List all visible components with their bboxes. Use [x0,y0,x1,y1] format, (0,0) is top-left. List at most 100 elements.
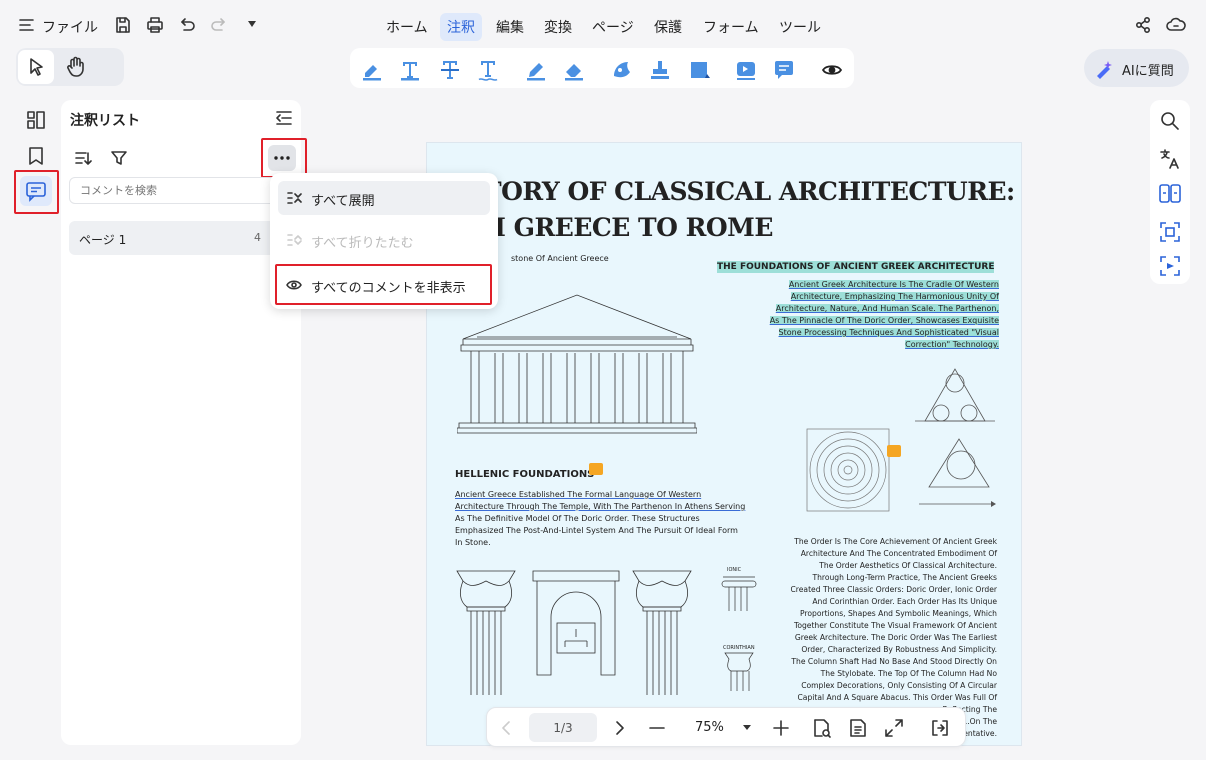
bookmark-icon[interactable] [25,145,47,167]
section3-line: Proportions, Shapes And Symbolic Meaning… [800,609,997,618]
section2-line: Ancient Greece Established The Formal La… [455,490,702,499]
quick-access-dropdown-icon[interactable] [246,19,258,29]
page-group-count: 4 [254,231,261,244]
page-number-value: 1/3 [553,721,573,735]
parthenon-illustration [457,289,697,439]
section3-line: The Order Is The Core Achievement Of Anc… [794,537,997,546]
fit-page-icon[interactable] [883,717,905,739]
attachment-icon[interactable] [734,58,758,82]
sort-icon[interactable] [74,149,92,167]
section1-line: Architecture, Emphasizing The Harmonious… [790,292,999,301]
expand-all-icon [286,191,302,205]
comment-marker-icon[interactable] [589,463,603,475]
ai-ask-label: AIに質問 [1122,64,1174,79]
section3-line: Created Three Classic Orders: Doric Orde… [790,585,997,594]
menu-item-expand-all[interactable]: すべて展開 [278,181,490,215]
document-mode-icon[interactable] [847,717,869,739]
section2-line: As The Definitive Model Of The Doric Ord… [455,514,700,523]
triangle-ellipse-diagram [923,435,993,495]
menu-item-collapse-all[interactable]: すべて折りたたむ [278,223,490,257]
tab-page[interactable]: ページ [585,13,641,41]
section1-line: Architecture, Nature, And Human Scale. T… [775,304,999,313]
ai-ask-button[interactable]: AIに質問 [1084,49,1189,87]
prev-page-icon[interactable] [497,718,517,738]
comment-search-input[interactable] [69,177,293,204]
tab-home[interactable]: ホーム [379,13,435,41]
highlight-pen-icon[interactable] [360,58,384,82]
zoom-in-icon[interactable] [771,718,791,738]
highlight-box-comment-list [14,170,59,214]
highlight-box-more-options [261,138,307,178]
tab-form[interactable]: フォーム [696,13,766,41]
section3-line: Capital And A Square Abacus. This Order … [797,693,998,702]
text-highlight-icon[interactable] [398,58,422,82]
tab-tools[interactable]: ツール [772,13,828,41]
section2-body: Ancient Greece Established The Formal La… [455,489,745,549]
doc-title-line2: OM GREECE TO ROME [457,213,773,242]
section3-line: The Column Shaft Had No Base And Stood D… [791,657,997,666]
corinthian-small-illustration [723,651,755,693]
section1-line: Stone Processing Techniques And Sophisti… [778,328,999,337]
section3-line: The Stylobate. The Top Of The Column Had… [820,669,997,678]
comment-marker-icon[interactable] [887,445,901,457]
eye-icon[interactable] [820,58,844,82]
page-view-icon[interactable] [811,717,833,739]
document-page: TORY OF CLASSICAL ARCHITECTURE: OM GREEC… [426,142,1022,746]
section1-line: Correction" Technology. [905,340,999,349]
arch-diagram [531,567,621,677]
search-icon[interactable] [1158,109,1182,133]
cloud-icon[interactable] [1166,16,1186,34]
print-icon[interactable] [146,16,164,34]
page-group-row[interactable]: ページ 1 4 [69,221,293,255]
page-number-field[interactable]: 1/3 [529,713,597,742]
zoom-level[interactable]: 75% [695,720,724,735]
tab-edit[interactable]: 編集 [489,13,531,41]
section2-line: In Stone. [455,538,491,547]
section3-line: Order, Characterized By Robustness And S… [801,645,997,654]
section3-line: And Corinthian Order. Each Order Has Its… [812,597,997,606]
shape-icon[interactable] [610,58,634,82]
collapse-all-icon [286,233,302,247]
text-box-icon[interactable] [688,58,712,82]
section3-line: Architecture And The Concentrated Embodi… [800,549,997,558]
underline-icon[interactable] [476,58,500,82]
collapse-panel-icon[interactable] [274,109,294,127]
screen-record-icon[interactable] [1158,254,1182,278]
section1-line: As The Pinnacle Of The Doric Order, Show… [769,316,999,325]
ocr-icon[interactable] [1158,220,1182,244]
undo-icon[interactable] [178,16,196,34]
corinthian-column-illustration-2 [631,567,693,697]
page-group-label: ページ 1 [79,233,127,247]
zoom-out-icon[interactable] [647,718,667,738]
hamburger-icon[interactable] [18,17,36,33]
strikethrough-icon[interactable] [438,58,462,82]
expand-all-label: すべて展開 [311,194,375,209]
marker-icon[interactable] [524,58,548,82]
file-menu[interactable]: ファイル [42,17,98,37]
zoom-dropdown-icon[interactable] [742,724,752,732]
section2-line: Architecture Through The Temple, With Th… [455,502,746,511]
compare-icon[interactable] [1158,182,1182,206]
select-tool-button[interactable] [18,50,54,84]
tab-convert[interactable]: 変換 [537,13,579,41]
stamp-icon[interactable] [648,58,672,82]
section3-line: Complex Decorations, Only Consisting Of … [801,681,997,690]
thumbnail-icon[interactable] [25,109,47,131]
redo-icon[interactable] [210,16,228,34]
eraser-icon[interactable] [562,58,586,82]
highlight-box-hide-comments [275,264,492,305]
translate-icon[interactable] [1158,147,1182,171]
doc-caption-left: stone Of Ancient Greece [511,254,609,263]
concentric-circles-diagram [803,425,893,515]
tab-annotate[interactable]: 注釈 [440,13,482,41]
share-icon[interactable] [1134,16,1152,34]
section2-line: Emphasized The Post-And-Lintel System An… [455,526,738,535]
section3-line: ...On The [962,717,997,726]
tab-protect[interactable]: 保護 [647,13,689,41]
filter-icon[interactable] [110,149,128,167]
exit-fullscreen-icon[interactable] [929,717,951,739]
save-icon[interactable] [114,16,132,34]
next-page-icon[interactable] [609,718,629,738]
comment-note-icon[interactable] [772,58,796,82]
hand-tool-button[interactable] [58,50,94,84]
